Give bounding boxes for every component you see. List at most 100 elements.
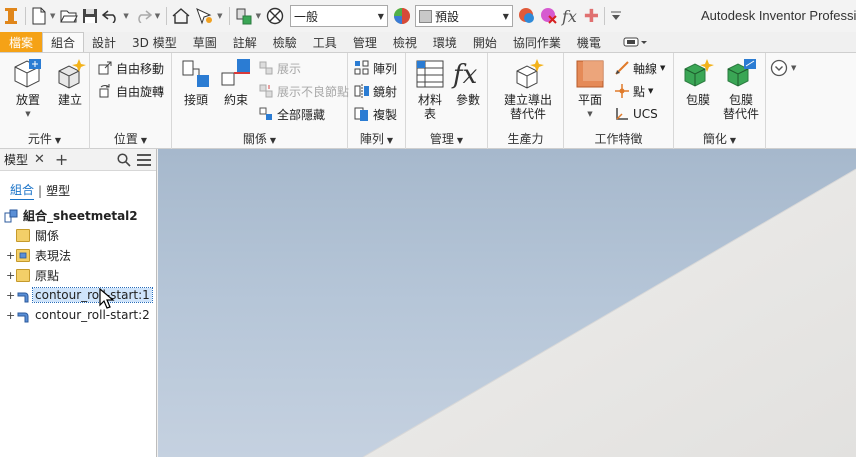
browser-tab-model[interactable]: 模型	[4, 151, 28, 168]
undo-dropdown-icon[interactable]: ▼	[123, 12, 128, 20]
panel-work-features-label: 工作特徵	[564, 130, 673, 147]
constrain-button[interactable]: 約束	[216, 57, 256, 107]
free-rotate-button[interactable]: 自由旋轉	[97, 81, 164, 101]
hide-all-label: 全部隱藏	[277, 107, 326, 122]
tree-item-origin[interactable]: + 原點	[6, 266, 61, 284]
adjust-appearance-icon[interactable]	[516, 4, 538, 28]
panel-simplification: 包膜 包膜 替代件 簡化 ▼	[674, 53, 766, 149]
update-icon[interactable]	[233, 4, 255, 28]
clear-appearance-icon[interactable]	[538, 4, 560, 28]
shrinkwrap-button[interactable]: 包膜	[678, 57, 718, 107]
tree-item-contour-roll-start-1[interactable]: + contour_roll-start:1	[6, 286, 153, 304]
home-icon[interactable]	[170, 4, 192, 28]
joint-button[interactable]: 接頭	[176, 57, 216, 107]
tab-sketch[interactable]: 草圖	[185, 32, 225, 52]
panel-relationships-label[interactable]: 關係 ▼	[172, 130, 347, 147]
expand-plus-icon[interactable]: +	[6, 249, 15, 262]
free-move-label: 自由移動	[116, 61, 165, 76]
material-select-value: 一般	[293, 9, 318, 24]
new-file-dropdown-icon[interactable]: ▼	[50, 12, 55, 20]
tab-tools[interactable]: 工具	[305, 32, 345, 52]
open-file-icon[interactable]	[58, 4, 80, 28]
inventor-logo-icon[interactable]	[0, 4, 22, 28]
hide-all-icon	[258, 106, 274, 122]
expand-plus-icon[interactable]: +	[6, 289, 15, 302]
search-icon[interactable]	[117, 152, 131, 167]
close-icon[interactable]: ✕	[34, 152, 45, 167]
expand-plus-icon[interactable]: +	[6, 309, 15, 322]
tab-modeling-view[interactable]: 塑型	[46, 182, 70, 199]
tree-item-representations[interactable]: + 表現法	[6, 246, 73, 264]
tab-view[interactable]: 檢視	[385, 32, 425, 52]
shrinkwrap-icon	[681, 57, 715, 91]
tree-root[interactable]: 組合_sheetmetal2	[4, 206, 140, 224]
ribbon-options-button[interactable]: ▼	[770, 59, 796, 77]
update-dropdown-icon[interactable]: ▼	[256, 12, 261, 20]
create-button[interactable]: 建立	[50, 57, 90, 107]
panel-component-label[interactable]: 元件 ▼	[0, 130, 89, 147]
tab-annotate[interactable]: 註解	[225, 32, 265, 52]
mirror-button[interactable]: 鏡射	[354, 81, 397, 101]
plane-button[interactable]: 平面 ▼	[570, 57, 610, 121]
panel-position-label[interactable]: 位置 ▼	[90, 130, 171, 147]
copy-button[interactable]: 複製	[354, 104, 397, 124]
appearance-select[interactable]: 預設 ▼	[414, 5, 513, 27]
chevron-down-icon: ▼	[269, 136, 277, 145]
tab-assembly-view[interactable]: 組合	[10, 181, 35, 200]
panel-simplification-label[interactable]: 簡化 ▼	[674, 130, 765, 147]
panel-pattern-label[interactable]: 陣列 ▼	[348, 130, 405, 147]
ucs-label: UCS	[633, 107, 658, 121]
tab-design[interactable]: 設計	[84, 32, 124, 52]
tab-file[interactable]: 檔案	[0, 32, 43, 52]
add-icon[interactable]: ✚	[582, 4, 601, 28]
redo-dropdown-icon[interactable]: ▼	[155, 12, 160, 20]
free-move-button[interactable]: 自由移動	[97, 58, 164, 78]
tab-3d-model[interactable]: 3D 模型	[124, 32, 185, 52]
tab-assemble[interactable]: 組合	[42, 32, 85, 52]
parameters-button[interactable]: fx 參數	[448, 57, 488, 107]
shrinkwrap-substitute-button[interactable]: 包膜 替代件	[718, 57, 764, 121]
tab-inspect[interactable]: 檢驗	[265, 32, 305, 52]
ucs-button[interactable]: UCS	[614, 104, 658, 124]
expand-plus-icon[interactable]: +	[6, 269, 15, 282]
tree-item-relationships[interactable]: 關係	[6, 226, 61, 244]
graphics-viewport[interactable]	[158, 149, 856, 457]
add-browser-icon[interactable]: +	[55, 150, 68, 169]
tab-manage[interactable]: 管理	[345, 32, 385, 52]
axis-button[interactable]: 軸線 ▼	[614, 58, 665, 78]
material-select[interactable]: 一般 ▼	[289, 5, 388, 27]
tree-item-contour-roll-start-2[interactable]: + contour_roll-start:2	[6, 306, 152, 324]
chevron-down-icon: ▼	[791, 64, 797, 72]
browser-view-tabs: 組合 | 塑型	[10, 181, 70, 200]
select-filter-icon[interactable]	[192, 4, 216, 28]
place-button[interactable]: 放置 ▼	[8, 57, 48, 121]
hide-all-button[interactable]: 全部隱藏	[258, 104, 325, 124]
show-button[interactable]: 展示	[258, 58, 301, 78]
panel-manage-label[interactable]: 管理 ▼	[406, 130, 487, 147]
design-doctor-icon[interactable]	[264, 4, 286, 28]
undo-icon[interactable]	[100, 4, 122, 28]
pattern-label: 陣列	[373, 61, 398, 76]
create-derived-substitute-button[interactable]: 建立導出 替代件	[498, 57, 558, 121]
tab-environments[interactable]: 環境	[425, 32, 465, 52]
hamburger-menu-icon[interactable]	[137, 153, 151, 166]
tab-electromechanical[interactable]: 機電	[569, 32, 609, 52]
tab-get-started[interactable]: 開始	[465, 32, 505, 52]
bill-of-materials-button[interactable]: 材料 表	[410, 57, 450, 121]
appearance-palette-icon[interactable]	[391, 4, 413, 28]
parameters-fx-button[interactable]: fx	[560, 4, 579, 28]
work-point-icon	[614, 83, 630, 99]
tab-collaborate[interactable]: 協同作業	[505, 32, 569, 52]
ribbon-display-options-icon[interactable]	[615, 32, 655, 52]
save-icon[interactable]	[80, 4, 100, 28]
select-filter-dropdown-icon[interactable]: ▼	[217, 12, 222, 20]
redo-icon[interactable]	[132, 4, 154, 28]
joint-label: 接頭	[183, 93, 208, 107]
show-sick-button[interactable]: 展示不良節點	[258, 81, 349, 101]
new-file-icon[interactable]	[29, 4, 49, 28]
chevron-down-icon: ▼	[386, 136, 394, 145]
point-button[interactable]: 點 ▼	[614, 81, 653, 101]
pattern-button[interactable]: 陣列	[354, 58, 397, 78]
customize-toolbar-icon[interactable]	[608, 4, 624, 28]
bill-of-materials-icon	[413, 57, 447, 91]
